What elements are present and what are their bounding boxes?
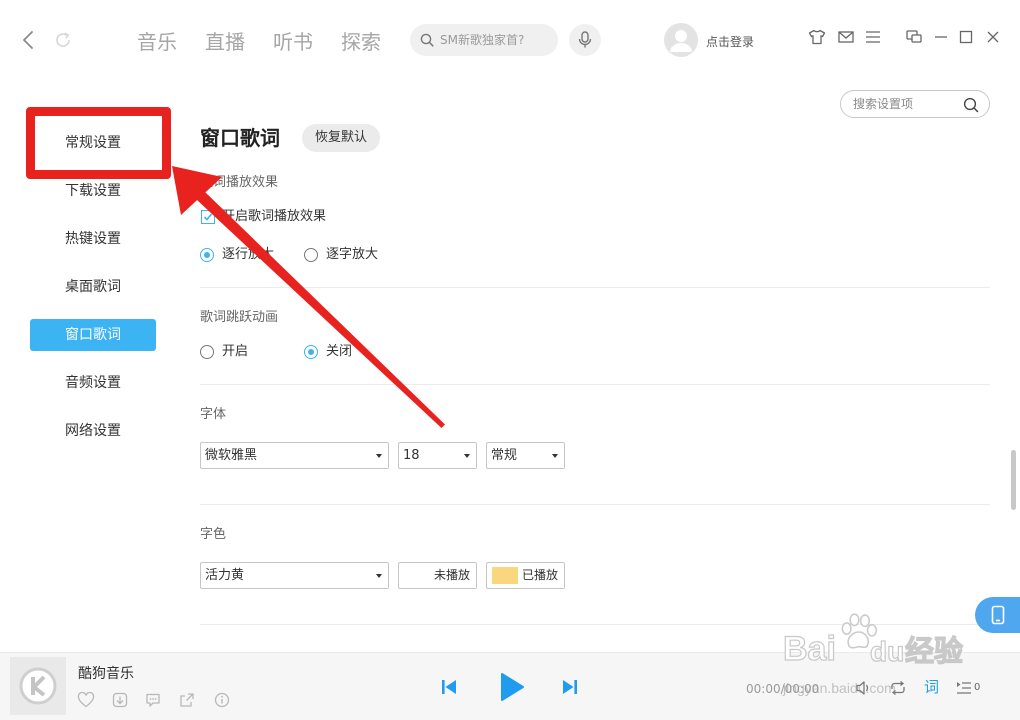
song-title: 酷狗音乐	[78, 666, 134, 682]
search-box[interactable]	[410, 24, 558, 56]
search-input[interactable]	[440, 24, 552, 56]
radio-animation-off[interactable]	[304, 345, 318, 359]
color-scheme-select[interactable]: 活力黄	[200, 562, 389, 589]
login-link[interactable]: 点击登录	[706, 34, 754, 50]
lyrics-toggle-button[interactable]: 词	[924, 678, 939, 696]
enable-play-effect-label[interactable]: 开启歌词播放效果	[222, 208, 326, 226]
heart-icon[interactable]	[77, 691, 95, 709]
maximize-icon[interactable]	[957, 29, 975, 45]
phone-icon	[991, 605, 1005, 625]
volume-icon[interactable]	[855, 679, 873, 697]
chevron-down-icon	[552, 454, 558, 458]
nav-tab-explore[interactable]: 探索	[341, 29, 381, 55]
divider	[200, 504, 990, 505]
radio-animation-on-label[interactable]: 开启	[222, 343, 248, 361]
font-size-select[interactable]: 18	[398, 442, 477, 469]
playlist-count: 0	[974, 682, 981, 693]
divider	[200, 384, 990, 385]
page-title: 窗口歌词	[200, 126, 280, 150]
divider	[200, 287, 990, 288]
comment-icon[interactable]	[144, 691, 162, 709]
sidebar-item-download[interactable]: 下载设置	[30, 175, 156, 207]
prev-icon[interactable]	[440, 678, 458, 696]
color-scheme-select-value: 活力黄	[205, 568, 245, 583]
unplayed-color-label: 未播放	[433, 568, 470, 582]
phone-sync-button[interactable]	[975, 597, 1020, 633]
avatar[interactable]	[664, 23, 698, 57]
section-label-font: 字体	[200, 407, 227, 422]
minimize-icon[interactable]	[932, 29, 950, 45]
download-icon[interactable]	[111, 691, 129, 709]
font-size-select-value: 18	[403, 448, 420, 463]
sidebar-item-desktop-lyrics[interactable]: 桌面歌词	[30, 271, 156, 303]
radio-animation-on[interactable]	[200, 345, 214, 359]
nav-tab-audiobook[interactable]: 听书	[273, 29, 313, 55]
voice-search-button[interactable]	[569, 24, 601, 56]
nav-tab-live[interactable]: 直播	[205, 29, 245, 55]
radio-line-zoom-label[interactable]: 逐行放大	[222, 246, 274, 264]
loop-icon[interactable]	[889, 679, 907, 697]
watermark-paw-icon	[838, 612, 878, 652]
radio-line-zoom[interactable]	[200, 248, 214, 262]
font-style-select-value: 常规	[491, 448, 518, 463]
unplayed-color-button[interactable]: 未播放	[398, 562, 477, 589]
radio-animation-off-label[interactable]: 关闭	[326, 343, 352, 361]
player-bar: 酷狗音乐 00:00/00:00 词 0	[0, 652, 1020, 720]
played-color-swatch	[492, 567, 518, 584]
back-icon[interactable]	[21, 30, 35, 50]
section-label-color: 字色	[200, 527, 227, 542]
playlist-icon[interactable]	[955, 679, 973, 697]
sidebar-item-network[interactable]: 网络设置	[30, 415, 156, 447]
font-style-select[interactable]: 常规	[486, 442, 565, 469]
reset-defaults-button[interactable]: 恢复默认	[302, 124, 380, 152]
info-icon[interactable]	[213, 691, 231, 709]
divider	[200, 624, 990, 625]
sidebar-item-audio[interactable]: 音频设置	[30, 367, 156, 399]
nav-tab-music[interactable]: 音乐	[137, 29, 177, 55]
settings-search-box[interactable]	[840, 90, 990, 118]
played-color-button[interactable]: 已播放	[486, 562, 565, 589]
next-icon[interactable]	[561, 678, 579, 696]
search-icon[interactable]	[963, 97, 979, 113]
search-icon[interactable]	[420, 33, 434, 47]
enable-play-effect-checkbox[interactable]	[201, 210, 215, 224]
skin-icon[interactable]	[808, 29, 826, 45]
share-icon[interactable]	[178, 691, 196, 709]
chevron-down-icon	[376, 454, 382, 458]
playback-time: 00:00/00:00	[746, 682, 820, 696]
menu-icon[interactable]	[864, 29, 882, 45]
unplayed-color-swatch	[404, 567, 430, 584]
kugou-logo-icon[interactable]	[10, 657, 66, 715]
refresh-icon[interactable]	[53, 30, 73, 50]
mail-icon[interactable]	[837, 29, 855, 45]
sidebar-item-window-lyrics[interactable]: 窗口歌词	[30, 319, 156, 351]
radio-word-zoom[interactable]	[304, 248, 318, 262]
radio-word-zoom-label[interactable]: 逐字放大	[326, 246, 378, 264]
sidebar-item-general[interactable]: 常规设置	[30, 127, 156, 159]
played-color-label: 已播放	[521, 568, 558, 582]
typeface-select[interactable]: 微软雅黑	[200, 442, 389, 469]
chevron-down-icon	[464, 454, 470, 458]
section-label-jump-animation: 歌词跳跃动画	[200, 310, 279, 325]
scrollbar-thumb[interactable]	[1011, 450, 1016, 510]
sidebar-item-hotkeys[interactable]: 热键设置	[30, 223, 156, 255]
chevron-down-icon	[376, 574, 382, 578]
mini-mode-icon[interactable]	[905, 29, 923, 45]
settings-search-input[interactable]	[853, 91, 959, 117]
typeface-select-value: 微软雅黑	[205, 448, 258, 463]
play-icon[interactable]	[499, 672, 525, 702]
section-label-play-effect: 歌词播放效果	[200, 175, 279, 190]
close-icon[interactable]	[984, 29, 1002, 45]
mic-icon	[577, 31, 593, 49]
